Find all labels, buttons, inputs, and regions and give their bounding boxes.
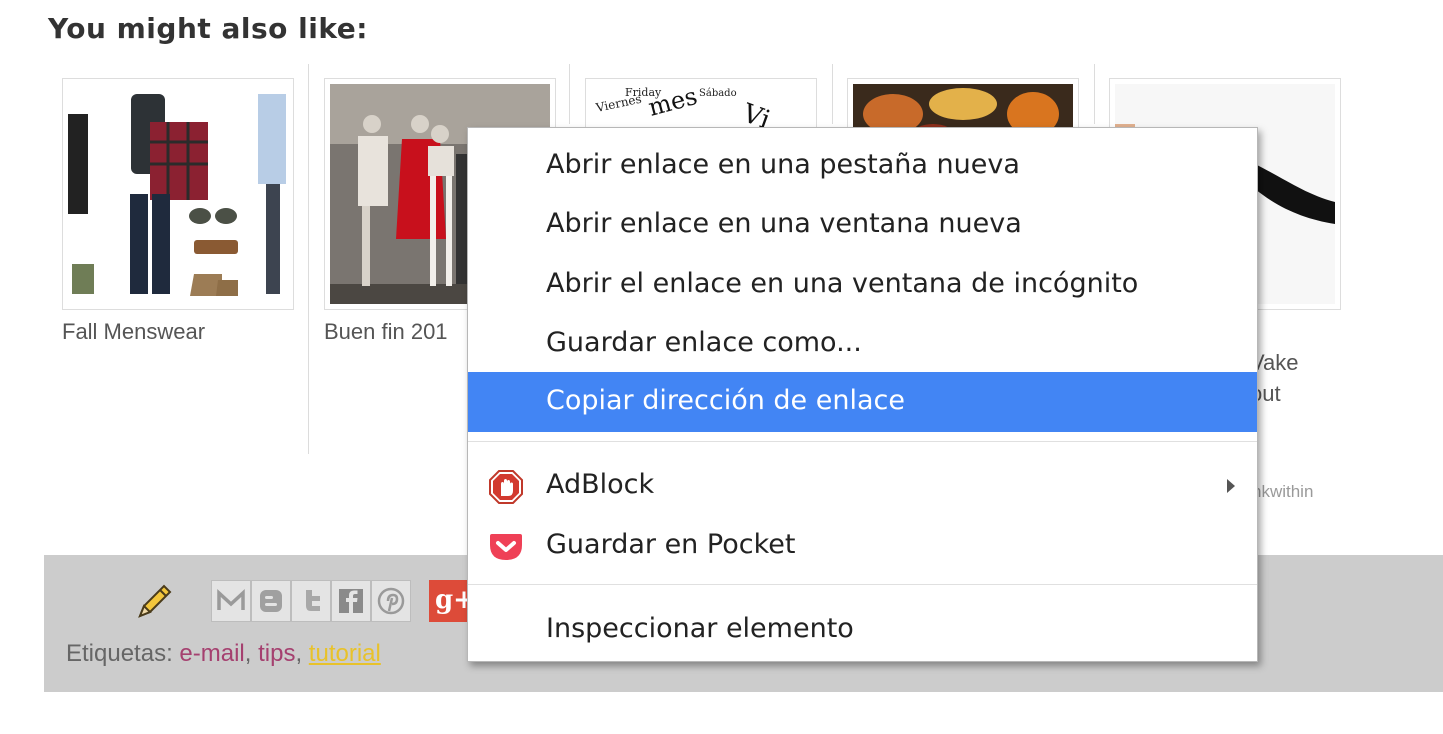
menu-item-copy-link-address[interactable]: Copiar dirección de enlace [468, 372, 1257, 432]
related-post-thumbnail[interactable] [62, 78, 294, 310]
menu-item-label: Inspeccionar elemento [546, 613, 854, 644]
context-menu: Abrir enlace en una pestaña nueva Abrir … [467, 127, 1258, 662]
menu-separator [468, 441, 1257, 442]
menu-item-open-new-window[interactable]: Abrir enlace en una ventana nueva [468, 195, 1257, 255]
facebook-share-button[interactable] [331, 580, 371, 622]
google-plus-share-button[interactable]: g+ [429, 580, 469, 622]
related-post-caption[interactable]: Fall Menswear [62, 316, 205, 347]
facebook-icon [339, 589, 363, 613]
menu-item-label: Copiar dirección de enlace [546, 385, 905, 416]
adblock-icon [489, 470, 523, 504]
twitter-share-button[interactable] [291, 580, 331, 622]
linkwithin-credit[interactable]: nkwithin [1252, 482, 1313, 502]
menu-item-inspect-element[interactable]: Inspeccionar elemento [468, 600, 1257, 660]
word-cloud-word: Sábado [699, 88, 737, 99]
divider [569, 64, 570, 124]
divider [1094, 64, 1095, 124]
email-share-button[interactable] [211, 580, 251, 622]
menswear-image [68, 94, 286, 296]
menu-item-save-link-as[interactable]: Guardar enlace como... [468, 314, 1257, 374]
divider [308, 64, 309, 454]
menu-item-open-new-tab[interactable]: Abrir enlace en una pestaña nueva [468, 136, 1257, 196]
menu-item-save-to-pocket[interactable]: Guardar en Pocket [468, 516, 1257, 576]
menu-item-label: AdBlock [546, 469, 655, 500]
menu-item-label: Abrir el enlace en una ventana de incógn… [546, 268, 1139, 299]
word-cloud-word: Viernes [594, 92, 643, 115]
menu-item-label: Abrir enlace en una ventana nueva [546, 208, 1022, 239]
email-icon [217, 589, 245, 610]
label-link[interactable]: tutorial [309, 640, 381, 667]
blogger-share-button[interactable] [251, 580, 291, 622]
post-labels: Etiquetas: e-mail, tips, tutorial [66, 640, 381, 668]
pinterest-share-button[interactable] [371, 580, 411, 622]
blogger-icon [260, 590, 282, 612]
menu-item-label: Guardar en Pocket [546, 529, 796, 560]
menu-item-adblock[interactable]: AdBlock [468, 456, 1257, 516]
menu-item-label: Abrir enlace en una pestaña nueva [546, 149, 1020, 180]
divider [832, 64, 833, 124]
edit-pencil-icon[interactable] [132, 582, 174, 622]
menu-item-label: Guardar enlace como... [546, 327, 862, 358]
pinterest-icon [377, 587, 405, 615]
menu-item-open-incognito[interactable]: Abrir el enlace en una ventana de incógn… [468, 255, 1257, 315]
related-post-caption[interactable]: Buen fin 201 [324, 316, 448, 347]
label-link[interactable]: tips [258, 640, 295, 667]
label-separator: , [295, 640, 309, 667]
label-separator: , [244, 640, 259, 667]
submenu-arrow-icon [1227, 479, 1235, 493]
labels-prefix: Etiquetas: [66, 640, 173, 667]
pocket-icon [490, 534, 522, 560]
label-link[interactable]: e-mail [179, 640, 244, 667]
twitter-icon [306, 590, 320, 611]
related-heading: You might also like: [48, 12, 368, 45]
menu-separator [468, 584, 1257, 585]
